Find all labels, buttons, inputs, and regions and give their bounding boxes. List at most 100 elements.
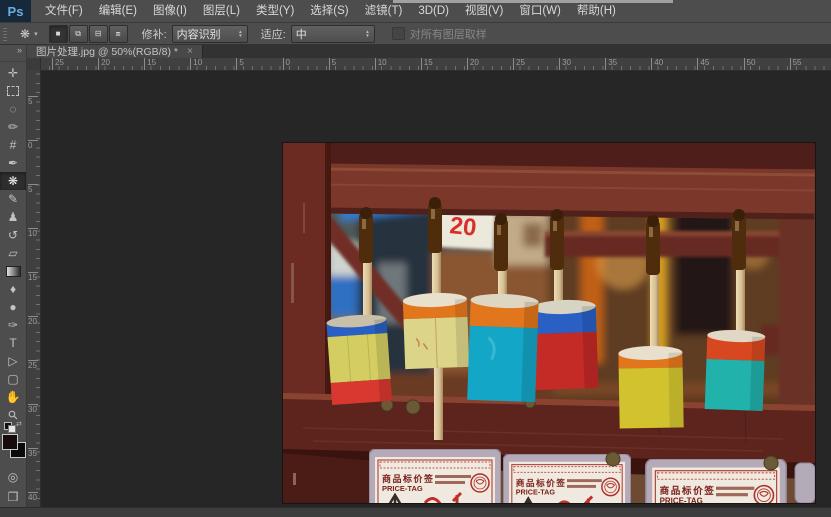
clone-stamp-tool[interactable]: ♟: [0, 208, 26, 226]
vertical-ruler[interactable]: 50510152025303540: [27, 70, 41, 508]
pen-tool[interactable]: ✑: [0, 316, 26, 334]
brush-tool[interactable]: ✎: [0, 190, 26, 208]
v-ruler-label: 30: [28, 404, 38, 413]
close-icon[interactable]: ×: [187, 46, 193, 57]
ruler-minor-ticks: [40, 66, 831, 70]
photo-image: 商品标价签 PRICE-TAG: [283, 143, 815, 503]
chevron-down-icon: ▾: [34, 30, 38, 38]
v-ruler-label: 35: [28, 448, 38, 457]
drum-3: [467, 293, 539, 402]
background-window-sliver: [393, 0, 673, 3]
menu-item[interactable]: 编辑(E): [91, 0, 145, 22]
h-ruler-label: 45: [697, 58, 709, 70]
options-bar-grip-icon: [3, 26, 7, 41]
tool-preset-picker[interactable]: ❋ ▾: [20, 27, 38, 41]
menu-item[interactable]: 图层(L): [195, 0, 248, 22]
intersect-selection-button[interactable]: ⧈: [109, 25, 128, 43]
marquee-icon: [7, 86, 19, 96]
bottom-strip: [0, 507, 831, 517]
foreground-color-swatch[interactable]: [2, 434, 18, 450]
new-selection-button[interactable]: ■: [49, 25, 68, 43]
h-ruler-label: 15: [144, 58, 156, 70]
history-brush-tool[interactable]: ↺: [0, 226, 26, 244]
gradient-tool[interactable]: [0, 262, 26, 280]
color-swatches[interactable]: [2, 434, 26, 460]
healing-patch-tool[interactable]: ❋: [0, 172, 26, 190]
menu-item[interactable]: 类型(Y): [248, 0, 302, 22]
h-ruler-label: 10: [190, 58, 202, 70]
patch-mode-value: 内容识别: [177, 26, 221, 42]
patch-mode-dropdown[interactable]: 内容识别 ▲ ▼: [172, 25, 248, 43]
quick-selection-tool[interactable]: ✏: [0, 118, 26, 136]
patch-tool-icon: ❋: [20, 27, 30, 41]
fit-label: 适应:: [261, 26, 286, 42]
menu-item[interactable]: 文件(F): [37, 0, 91, 22]
type-tool[interactable]: T: [0, 334, 26, 352]
sign-number: 20: [448, 212, 477, 242]
h-ruler-label: 50: [744, 58, 756, 70]
v-ruler-label: 15: [28, 272, 38, 281]
marquee-tool[interactable]: [0, 82, 26, 100]
v-ruler-label: 5: [28, 96, 38, 105]
h-ruler-label: 0: [283, 58, 290, 70]
canvas-area[interactable]: 商品标价签 PRICE-TAG: [41, 70, 831, 508]
menu-item[interactable]: 选择(S): [302, 0, 356, 22]
menu-item[interactable]: 3D(D): [410, 0, 457, 22]
tools-panel: » ⇄ ◎ ❐ ✛◌✏#✒❋✎♟↺▱♦●✑T▷▢✋⚲: [0, 44, 27, 508]
move-tool[interactable]: ✛: [0, 64, 26, 82]
menu-items: 文件(F)编辑(E)图像(I)图层(L)类型(Y)选择(S)滤镜(T)3D(D)…: [37, 0, 624, 22]
drum-4: [532, 299, 599, 390]
menu-item[interactable]: 帮助(H): [569, 0, 624, 22]
menu-item[interactable]: 视图(V): [457, 0, 511, 22]
v-ruler-label: 5: [28, 184, 38, 193]
path-selection-tool[interactable]: ▷: [0, 352, 26, 370]
h-ruler-label: 5: [236, 58, 243, 70]
horizontal-ruler[interactable]: 2520151050510152025303540455055: [27, 58, 831, 71]
h-ruler-label: 25: [52, 58, 64, 70]
down-arrow-icon: ▼: [238, 34, 242, 38]
photo-document[interactable]: 商品标价签 PRICE-TAG: [283, 143, 815, 503]
h-ruler-label: 20: [98, 58, 110, 70]
quick-mask-button[interactable]: ◎: [0, 468, 26, 486]
v-ruler-label: 20: [28, 316, 38, 325]
drum-2: [403, 292, 470, 369]
photoshop-logo: Ps: [0, 0, 31, 22]
updown-arrows-icon: ▲ ▼: [238, 30, 242, 38]
selection-mode-buttons: ■⧉⊟⧈: [49, 25, 129, 43]
h-ruler-label: 40: [651, 58, 663, 70]
eraser-tool[interactable]: ▱: [0, 244, 26, 262]
document-tab-bar: 图片处理.jpg @ 50%(RGB/8) * ×: [27, 44, 831, 58]
updown-arrows-icon: ▲ ▼: [365, 30, 369, 38]
fit-dropdown[interactable]: 中 ▲ ▼: [291, 25, 375, 43]
sample-all-layers-label: 对所有图层取样: [410, 26, 487, 42]
drum-6: [705, 329, 766, 411]
screen-mode-button[interactable]: ❐: [0, 488, 26, 506]
menu-item[interactable]: 窗口(W): [511, 0, 569, 22]
options-bar: ❋ ▾ ■⧉⊟⧈ 修补: 内容识别 ▲ ▼ 适应: 中 ▲ ▼ 对所有图层取样: [0, 23, 831, 45]
fit-value: 中: [296, 26, 307, 42]
crop-tool[interactable]: #: [0, 136, 26, 154]
v-ruler-label: 10: [28, 228, 38, 237]
patch-mode-label: 修补:: [142, 26, 167, 42]
dodge-tool[interactable]: ●: [0, 298, 26, 316]
eyedropper-tool[interactable]: ✒: [0, 154, 26, 172]
subtract-from-selection-button[interactable]: ⊟: [89, 25, 108, 43]
h-ruler-label: 30: [559, 58, 571, 70]
stick-below-drum-2: [434, 368, 443, 440]
toolbar-collapse-button[interactable]: »: [0, 44, 26, 62]
blur-tool[interactable]: ♦: [0, 280, 26, 298]
document-tab[interactable]: 图片处理.jpg @ 50%(RGB/8) * ×: [27, 44, 203, 58]
v-ruler-label: 0: [28, 140, 38, 149]
sample-all-layers-checkbox[interactable]: [392, 27, 405, 40]
menu-item[interactable]: 图像(I): [145, 0, 195, 22]
v-ruler-label: 40: [28, 492, 38, 501]
menu-item[interactable]: 滤镜(T): [357, 0, 411, 22]
ruler-minor-ticks: [36, 70, 40, 508]
drum-1: [326, 313, 392, 405]
add-to-selection-button[interactable]: ⧉: [69, 25, 88, 43]
shape-tool[interactable]: ▢: [0, 370, 26, 388]
drum-5: [618, 345, 683, 428]
h-ruler-label: 15: [421, 58, 433, 70]
document-tab-title: 图片处理.jpg @ 50%(RGB/8) *: [36, 44, 178, 59]
lasso-tool[interactable]: ◌: [0, 100, 26, 118]
